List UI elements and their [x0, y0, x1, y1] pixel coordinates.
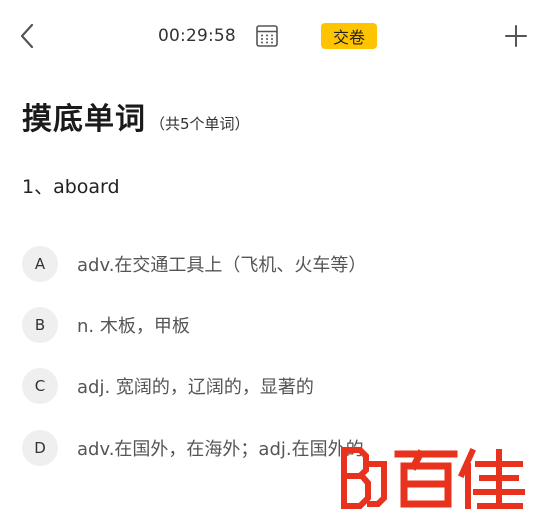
option-letter: C: [22, 368, 58, 404]
section-word-count: （共5个单词）: [150, 115, 250, 133]
option-letter: D: [22, 430, 58, 466]
chevron-left-icon: [20, 23, 34, 49]
option-text: adj. 宽阔的，辽阔的，显著的: [77, 377, 314, 398]
option-text: n. 木板，甲板: [77, 316, 190, 337]
section-title: 摸底单词: [22, 102, 146, 137]
option-c[interactable]: C adj. 宽阔的，辽阔的，显著的: [22, 368, 314, 404]
option-d[interactable]: D adv.在国外，在海外；adj.在国外的: [22, 430, 364, 466]
top-bar: 00:29:58 交卷: [0, 0, 548, 72]
add-button[interactable]: [502, 22, 530, 50]
back-button[interactable]: [14, 22, 42, 50]
watermark-logo: [341, 447, 525, 509]
option-b[interactable]: B n. 木板，甲板: [22, 307, 190, 343]
countdown-timer: 00:29:58: [158, 26, 236, 46]
option-text: adv.在交通工具上（飞机、火车等）: [77, 255, 367, 276]
submit-exam-button[interactable]: 交卷: [321, 23, 377, 49]
option-text: adv.在国外，在海外；adj.在国外的: [77, 439, 364, 460]
option-a[interactable]: A adv.在交通工具上（飞机、火车等）: [22, 246, 366, 282]
option-letter: B: [22, 307, 58, 343]
option-letter: A: [22, 246, 58, 282]
question-text: 1、aboard: [22, 176, 120, 198]
section-heading: 摸底单词 （共5个单词）: [22, 94, 250, 138]
answer-sheet-button[interactable]: [255, 24, 279, 48]
plus-icon: [505, 25, 527, 47]
answer-sheet-grid-icon: [256, 25, 278, 47]
